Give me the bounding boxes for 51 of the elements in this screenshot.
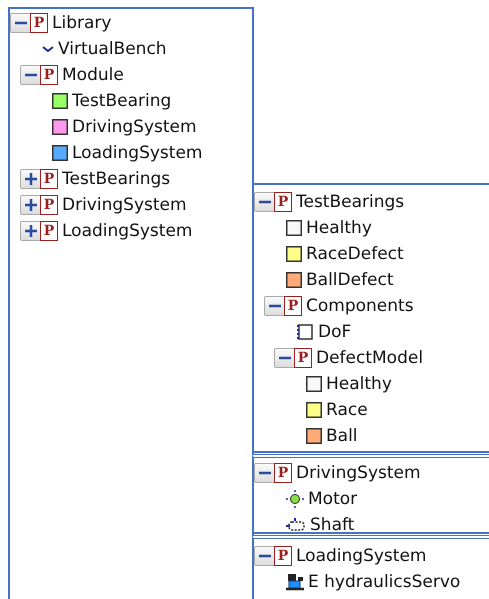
plus-icon xyxy=(25,199,37,211)
motor-icon xyxy=(286,490,304,508)
expand-toggle[interactable] xyxy=(20,221,42,241)
tree-item[interactable]: Healthy xyxy=(306,217,372,239)
tree-item[interactable]: TestBearing xyxy=(72,90,172,112)
package-icon: P xyxy=(30,13,48,33)
tree-item[interactable]: Ball xyxy=(326,425,358,447)
package-icon: P xyxy=(40,169,58,189)
plus-icon xyxy=(25,225,37,237)
tree-item[interactable]: DrivingSystem xyxy=(296,462,421,484)
tree-item[interactable]: Race xyxy=(326,399,368,421)
tree-item[interactable]: Module xyxy=(62,64,124,86)
servo-icon xyxy=(286,573,304,591)
chevron-icon xyxy=(42,45,54,53)
package-icon: P xyxy=(284,296,302,316)
tree-item[interactable]: DoF xyxy=(318,321,352,343)
plus-icon xyxy=(25,173,37,185)
package-icon: P xyxy=(274,192,292,212)
tree-item[interactable]: RaceDefect xyxy=(306,243,404,265)
expand-toggle[interactable] xyxy=(20,195,42,215)
package-icon: P xyxy=(40,221,58,241)
tree-item[interactable]: VirtualBench xyxy=(58,38,167,60)
collapse-toggle[interactable] xyxy=(274,348,296,368)
tree-item[interactable]: Shaft xyxy=(310,514,354,532)
collapse-toggle[interactable] xyxy=(264,296,286,316)
tree-item[interactable]: LoadingSystem xyxy=(296,545,426,567)
tree-item[interactable]: Components xyxy=(306,295,414,317)
tree-item[interactable]: Library xyxy=(52,12,112,34)
package-icon: P xyxy=(274,463,292,483)
tree-item[interactable]: Healthy xyxy=(326,373,392,395)
package-icon: P xyxy=(40,195,58,215)
collapse-toggle[interactable] xyxy=(10,13,32,33)
tree-item[interactable]: DrivingSystem xyxy=(62,194,187,216)
tree-item[interactable]: Motor xyxy=(308,488,358,510)
tree-item[interactable]: DefectModel xyxy=(316,347,424,369)
package-icon: P xyxy=(274,546,292,566)
collapse-toggle[interactable] xyxy=(254,463,276,483)
expand-toggle[interactable] xyxy=(20,169,42,189)
tree-item[interactable]: DrivingSystem xyxy=(72,116,197,138)
package-icon: P xyxy=(294,348,312,368)
collapse-toggle[interactable] xyxy=(254,546,276,566)
tree-item[interactable]: TestBearings xyxy=(296,191,404,213)
collapse-toggle[interactable] xyxy=(20,65,42,85)
tree-item[interactable]: TestBearings xyxy=(62,168,170,190)
tree-item[interactable]: E hydraulicsServo xyxy=(308,571,460,593)
collapse-toggle[interactable] xyxy=(254,192,276,212)
frame-icon xyxy=(296,324,314,340)
tree-item[interactable]: LoadingSystem xyxy=(62,220,192,242)
tree-item[interactable]: BallDefect xyxy=(306,269,394,291)
package-icon: P xyxy=(40,65,58,85)
tree-item[interactable]: LoadingSystem xyxy=(72,142,202,164)
